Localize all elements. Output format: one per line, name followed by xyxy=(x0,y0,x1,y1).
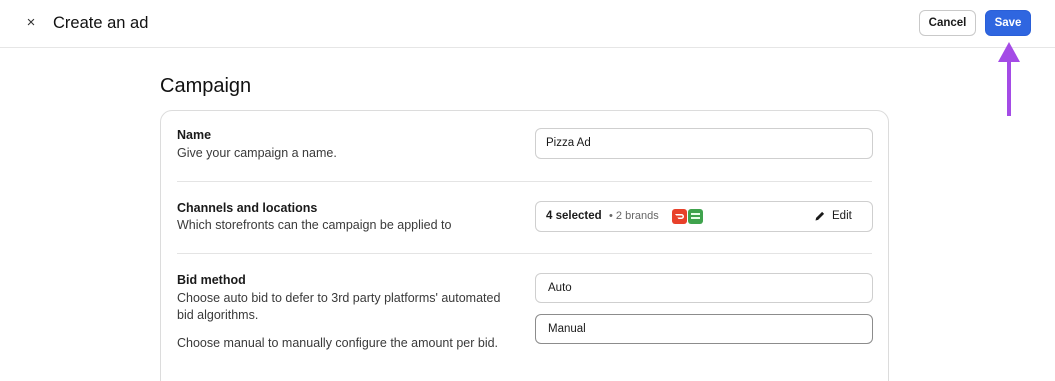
bid-method-description-manual: Choose manual to manually configure the … xyxy=(177,336,499,350)
close-icon[interactable]: × xyxy=(22,12,40,34)
channels-selected-count: 4 selected xyxy=(546,210,602,222)
campaign-name-value: Pizza Ad xyxy=(546,137,591,149)
channels-description: Which storefronts can the campaign be ap… xyxy=(177,218,452,232)
pencil-icon xyxy=(815,211,825,221)
bid-option-manual-label: Manual xyxy=(548,323,586,335)
channels-selector[interactable]: 4 selected • 2 brands Edit xyxy=(535,201,873,232)
bid-method-description-auto: Choose auto bid to defer to 3rd party pl… xyxy=(177,291,501,322)
channels-label: Channels and locations xyxy=(177,201,318,215)
divider xyxy=(177,253,872,254)
channels-brand-count: • 2 brands xyxy=(609,210,659,222)
save-button[interactable]: Save xyxy=(985,10,1031,36)
ubereats-logo xyxy=(688,209,703,224)
arrow-up-icon xyxy=(998,42,1020,116)
section-title-campaign: Campaign xyxy=(160,75,252,97)
edit-label: Edit xyxy=(832,210,852,222)
divider xyxy=(177,181,872,182)
bid-option-manual[interactable]: Manual xyxy=(535,314,873,344)
bid-option-auto-label: Auto xyxy=(548,282,572,294)
bid-option-auto[interactable]: Auto xyxy=(535,273,873,303)
name-label: Name xyxy=(177,128,212,142)
page-title: Create an ad xyxy=(53,14,149,32)
bid-method-label: Bid method xyxy=(177,273,246,287)
top-bar: × Create an ad Cancel Save xyxy=(0,0,1055,48)
doordash-logo xyxy=(672,209,687,224)
campaign-card: Name Give your campaign a name. Pizza Ad… xyxy=(160,110,889,381)
name-description: Give your campaign a name. xyxy=(177,146,337,160)
cancel-button[interactable]: Cancel xyxy=(919,10,976,36)
campaign-name-input[interactable]: Pizza Ad xyxy=(535,128,873,159)
